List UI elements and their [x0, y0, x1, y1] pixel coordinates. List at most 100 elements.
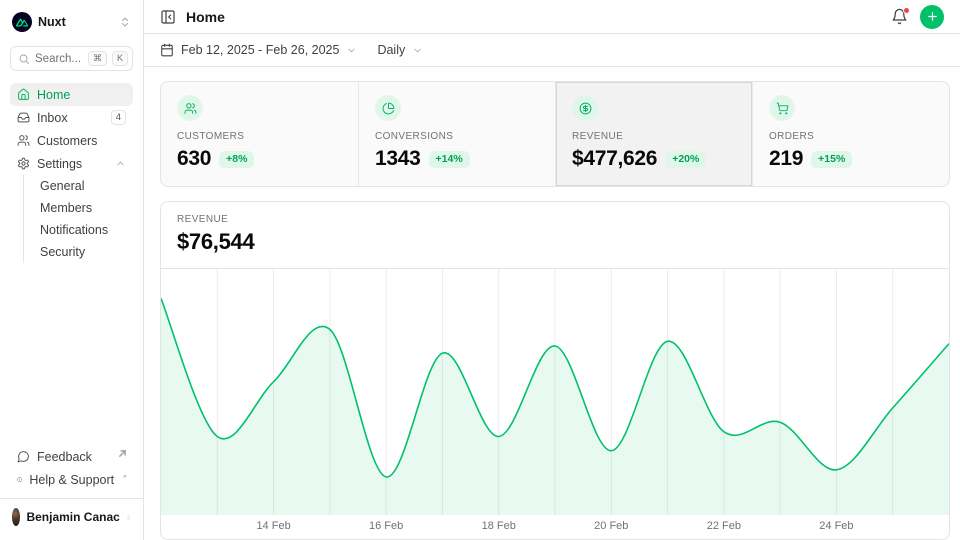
- stat-label: REVENUE: [572, 131, 736, 142]
- filters-toolbar: Feb 12, 2025 - Feb 26, 2025 Daily: [144, 34, 960, 67]
- stat-icon-circle: [177, 95, 203, 121]
- stat-label: CUSTOMERS: [177, 131, 342, 142]
- revenue-chart-card: REVENUE $76,544 14 Feb 16 Feb 18 Feb 20 Feb…: [160, 201, 950, 540]
- sidebar: Nuxt Search... ⌘ K Home Inbox 4 Customer…: [0, 0, 144, 540]
- chat-bubble-icon: [17, 450, 30, 463]
- chart-x-axis: 14 Feb 16 Feb 18 Feb 20 Feb 22 Feb 24 Feb: [161, 515, 949, 539]
- stat-value: 630: [177, 147, 211, 171]
- stats-row: CUSTOMERS 630 +8% CONVERSIONS 1343 +14%: [160, 81, 950, 187]
- sidebar-spacer: [10, 263, 133, 445]
- stat-icon-circle: [769, 95, 795, 121]
- add-button[interactable]: [920, 5, 944, 29]
- stat-delta-badge: +14%: [429, 151, 470, 168]
- external-link-icon: [123, 473, 126, 480]
- date-range-value: Feb 12, 2025 - Feb 26, 2025: [181, 43, 339, 57]
- cart-icon: [776, 102, 789, 115]
- user-name: Benjamin Canac: [26, 510, 119, 524]
- period-value: Daily: [377, 43, 405, 57]
- stat-label: ORDERS: [769, 131, 933, 142]
- sidebar-item-label: Home: [37, 88, 126, 102]
- external-link-icon: [119, 450, 126, 457]
- home-icon: [17, 88, 30, 101]
- sidebar-nav: Home Inbox 4 Customers Settings General …: [10, 83, 133, 263]
- calendar-icon: [160, 43, 174, 57]
- settings-subnav: General Members Notifications Security: [23, 175, 133, 263]
- collapse-sidebar-icon[interactable]: [160, 9, 176, 25]
- chevron-down-icon: [346, 45, 357, 56]
- search-input[interactable]: Search... ⌘ K: [10, 46, 133, 71]
- sidebar-divider: [0, 498, 143, 499]
- sidebar-subitem-notifications[interactable]: Notifications: [24, 219, 133, 241]
- period-select[interactable]: Daily: [377, 43, 423, 57]
- stat-icon-circle: [375, 95, 401, 121]
- kbd-command: ⌘: [88, 51, 107, 66]
- help-support-label: Help & Support: [29, 473, 114, 487]
- chevron-up-down-icon: [119, 16, 131, 28]
- inbox-count-badge: 4: [111, 110, 126, 125]
- x-tick-label: 20 Feb: [594, 520, 628, 532]
- dashboard-content: CUSTOMERS 630 +8% CONVERSIONS 1343 +14%: [144, 67, 960, 540]
- revenue-area-chart[interactable]: [161, 269, 949, 515]
- chart-title: REVENUE: [177, 214, 933, 225]
- x-tick-label: 14 Feb: [256, 520, 290, 532]
- user-menu[interactable]: Benjamin Canac: [10, 502, 133, 532]
- date-range-picker[interactable]: Feb 12, 2025 - Feb 26, 2025: [160, 43, 357, 57]
- stat-card-customers[interactable]: CUSTOMERS 630 +8%: [161, 82, 358, 186]
- user-avatar: [12, 508, 20, 526]
- sidebar-item-settings[interactable]: Settings: [10, 152, 133, 175]
- sidebar-item-inbox[interactable]: Inbox 4: [10, 106, 133, 129]
- sidebar-item-label: Settings: [37, 157, 108, 171]
- notification-dot: [903, 7, 910, 14]
- stat-card-conversions[interactable]: CONVERSIONS 1343 +14%: [358, 82, 555, 186]
- chevron-up-icon: [115, 158, 126, 169]
- stat-value: 219: [769, 147, 803, 171]
- workspace-switcher[interactable]: Nuxt: [10, 10, 133, 34]
- stat-card-orders[interactable]: ORDERS 219 +15%: [752, 82, 949, 186]
- main-area: Home Feb 12, 2025 - Feb 26, 2025 Daily: [144, 0, 960, 540]
- app-root: Nuxt Search... ⌘ K Home Inbox 4 Customer…: [0, 0, 960, 540]
- sidebar-subitem-security[interactable]: Security: [24, 241, 133, 263]
- help-support-link[interactable]: Help & Support: [10, 468, 133, 491]
- page-title: Home: [186, 9, 225, 25]
- stat-card-revenue[interactable]: REVENUE $477,626 +20%: [555, 82, 752, 186]
- x-tick-label: 24 Feb: [819, 520, 853, 532]
- x-tick-label: 18 Feb: [482, 520, 516, 532]
- chart-total-value: $76,544: [177, 229, 933, 255]
- sidebar-subitem-general[interactable]: General: [24, 175, 133, 197]
- sidebar-item-customers[interactable]: Customers: [10, 129, 133, 152]
- stat-value: $477,626: [572, 147, 657, 171]
- notifications-button[interactable]: [891, 8, 908, 25]
- users-icon: [184, 102, 197, 115]
- chart-plot: [161, 269, 949, 515]
- feedback-label: Feedback: [37, 450, 110, 464]
- search-icon: [18, 53, 30, 65]
- sidebar-item-label: Inbox: [37, 111, 104, 125]
- info-circle-icon: [17, 473, 22, 486]
- stat-delta-badge: +8%: [219, 151, 254, 168]
- gear-icon: [17, 157, 30, 170]
- workspace-name: Nuxt: [38, 15, 113, 29]
- inbox-icon: [17, 111, 30, 124]
- chart-header: REVENUE $76,544: [161, 202, 949, 269]
- users-icon: [17, 134, 30, 147]
- stat-value: 1343: [375, 147, 421, 171]
- kbd-k: K: [112, 51, 128, 66]
- circle-dollar-icon: [579, 102, 592, 115]
- nuxt-logo-icon: [12, 12, 32, 32]
- page-header: Home: [144, 0, 960, 34]
- x-tick-label: 22 Feb: [707, 520, 741, 532]
- chevron-down-icon: [412, 45, 423, 56]
- feedback-link[interactable]: Feedback: [10, 445, 133, 468]
- sidebar-subitem-members[interactable]: Members: [24, 197, 133, 219]
- stat-label: CONVERSIONS: [375, 131, 539, 142]
- header-actions: [891, 5, 944, 29]
- sidebar-footer: Feedback Help & Support Benjamin Canac: [10, 445, 133, 532]
- search-placeholder: Search...: [35, 53, 83, 65]
- x-tick-label: 16 Feb: [369, 520, 403, 532]
- sidebar-item-label: Customers: [37, 134, 126, 148]
- stat-delta-badge: +15%: [811, 151, 852, 168]
- chevron-up-down-icon: [126, 512, 131, 523]
- plus-icon: [926, 10, 939, 23]
- sidebar-item-home[interactable]: Home: [10, 83, 133, 106]
- stat-icon-circle: [572, 95, 598, 121]
